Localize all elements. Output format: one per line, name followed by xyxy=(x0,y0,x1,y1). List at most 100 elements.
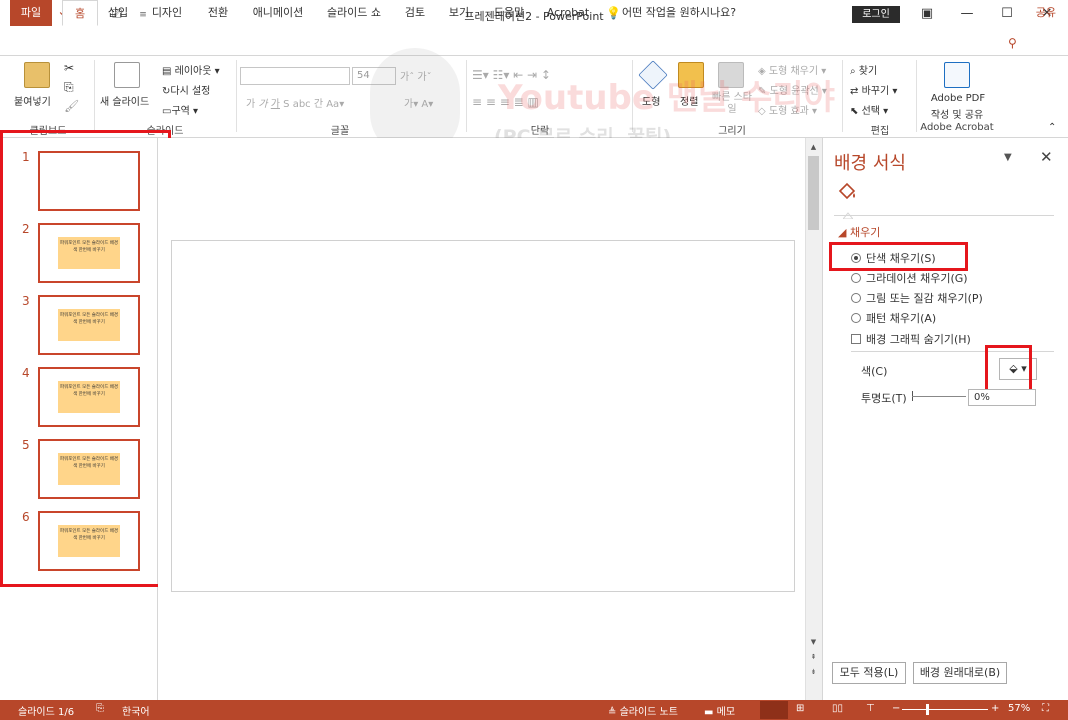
normal-view-icon[interactable] xyxy=(760,701,788,719)
comments-label: 메모 xyxy=(716,707,736,718)
radio-icon[interactable] xyxy=(851,313,861,323)
tab-slideshow[interactable]: 슬라이드 쇼 xyxy=(318,0,390,26)
transparency-input[interactable]: 0% xyxy=(968,389,1036,406)
layout-button[interactable]: ▤ 레이아웃 ▾ xyxy=(162,62,220,77)
status-bar xyxy=(0,700,1068,720)
ribbon-display-icon[interactable]: ▣ xyxy=(910,3,944,27)
tab-transitions[interactable]: 전환 xyxy=(198,0,238,26)
option-hide-graphics[interactable]: 배경 그래픽 숨기기(H) xyxy=(851,331,971,347)
person-icon: ⚲ xyxy=(1008,36,1017,50)
section-label: 구역 xyxy=(171,106,190,117)
cut-icon[interactable]: ✂ xyxy=(64,61,74,75)
slide-canvas[interactable] xyxy=(171,240,795,592)
slide-sorter-icon[interactable]: ⊞ xyxy=(796,703,804,714)
paste-icon[interactable] xyxy=(24,62,50,88)
zoom-in-icon[interactable]: + xyxy=(991,703,999,714)
tab-help[interactable]: 도움말 xyxy=(484,0,534,26)
font-name-combo[interactable] xyxy=(240,67,350,85)
ribbon-tabs xyxy=(0,30,1068,56)
pane-options-icon[interactable]: ▼ xyxy=(1004,152,1012,163)
option-label: 그라데이션 채우기(G) xyxy=(866,272,968,285)
pane-close-icon[interactable]: ✕ xyxy=(1040,148,1053,166)
minimize-icon[interactable]: — xyxy=(950,3,984,27)
tab-file[interactable]: 파일 xyxy=(10,0,52,26)
tab-home[interactable]: 홈 xyxy=(62,0,98,26)
slideshow-icon[interactable]: ⊤ xyxy=(866,703,875,714)
lightbulb-icon: 💡 xyxy=(606,6,621,20)
copy-icon[interactable]: ⎘ xyxy=(64,80,74,95)
find-label: 찾기 xyxy=(858,66,878,77)
radio-icon[interactable] xyxy=(851,273,861,283)
editing-group-label: 편집 xyxy=(870,126,890,137)
scroll-up-icon[interactable]: ▲ xyxy=(807,142,820,153)
tab-insert[interactable]: 삽입 xyxy=(100,0,136,26)
color-label: 색(C) xyxy=(861,365,888,378)
spellcheck-icon[interactable]: ⎘ xyxy=(96,703,104,714)
language-indicator[interactable]: 한국어 xyxy=(122,703,150,718)
section-button[interactable]: ▭구역 ▾ xyxy=(162,102,198,117)
tab-animations[interactable]: 애니메이션 xyxy=(244,0,312,26)
tab-acrobat[interactable]: Acrobat xyxy=(540,0,596,26)
notes-label: 슬라이드 노트 xyxy=(619,707,678,718)
collapse-ribbon-icon[interactable]: ⌃ xyxy=(1048,122,1056,133)
reset-background-button[interactable]: 배경 원래대로(B) xyxy=(913,662,1007,684)
font-group-label: 글꼴 xyxy=(330,126,350,137)
find-button[interactable]: ⌕ 찾기 xyxy=(850,62,877,77)
acrobat-group-label: Adobe Acrobat xyxy=(920,122,994,133)
tab-review[interactable]: 검토 xyxy=(396,0,434,26)
share-button[interactable]: 공유 xyxy=(1036,0,1056,26)
paste-button[interactable]: 붙여넣기 xyxy=(14,93,51,108)
group-divider xyxy=(916,60,917,132)
option-pattern-fill[interactable]: 패턴 채우기(A) xyxy=(851,310,936,326)
option-gradient-fill[interactable]: 그라데이션 채우기(G) xyxy=(851,270,968,286)
format-background-pane xyxy=(822,138,1068,700)
highlight-box-color xyxy=(985,345,1032,392)
highlight-box-solid-fill xyxy=(829,242,968,271)
notes-button[interactable]: ≜ 슬라이드 노트 xyxy=(608,703,678,718)
tab-view[interactable]: 보기 xyxy=(440,0,478,26)
select-button[interactable]: ⬉ 선택 ▾ xyxy=(850,102,888,117)
create-pdf-label-2[interactable]: 작성 및 공유 xyxy=(924,106,990,121)
scroll-thumb[interactable] xyxy=(808,156,819,230)
replace-label: 바꾸기 xyxy=(861,86,890,97)
zoom-slider-thumb[interactable] xyxy=(926,704,929,715)
pane-title: 배경 서식 xyxy=(834,153,906,174)
new-slide-button[interactable]: 새 슬라이드 xyxy=(100,93,149,108)
layout-label: 레이아웃 xyxy=(174,66,212,77)
zoom-slider[interactable] xyxy=(902,709,988,710)
prev-slide-icon[interactable]: ⇞ xyxy=(807,652,820,663)
transparency-slider[interactable] xyxy=(912,396,966,397)
apply-to-all-button[interactable]: 모두 적용(L) xyxy=(832,662,906,684)
font-format-icons[interactable]: 가 가 가 S abc 간 Aa▾ xyxy=(246,95,344,110)
create-pdf-icon[interactable] xyxy=(944,62,970,88)
scroll-down-icon[interactable]: ▼ xyxy=(807,637,820,648)
checkbox-icon[interactable] xyxy=(851,334,861,344)
zoom-level[interactable]: 57% xyxy=(1008,703,1030,714)
maximize-icon[interactable]: ☐ xyxy=(990,3,1024,27)
fit-to-window-icon[interactable]: ⛶ xyxy=(1042,703,1049,714)
comments-button[interactable]: ▬ 메모 xyxy=(704,703,735,718)
group-divider xyxy=(842,60,843,132)
fill-section-header[interactable]: ◢ 채우기 xyxy=(838,224,880,240)
format-painter-icon[interactable]: 🖌 xyxy=(64,99,79,113)
watermark-title: Youtube 맨날 수리야 xyxy=(498,78,835,118)
paint-bucket-icon[interactable] xyxy=(836,181,858,208)
option-label: 그림 또는 질감 채우기(P) xyxy=(866,292,983,305)
next-slide-icon[interactable]: ⇟ xyxy=(807,667,820,678)
tell-me-box[interactable]: 어떤 작업을 원하시나요? xyxy=(622,0,736,26)
reading-view-icon[interactable]: ▯▯ xyxy=(832,703,843,714)
reset-label: 다시 설정 xyxy=(170,86,211,97)
replace-button[interactable]: ⇄ 바꾸기 ▾ xyxy=(850,82,897,97)
reset-button[interactable]: ↻다시 설정 xyxy=(162,82,210,97)
option-picture-fill[interactable]: 그림 또는 질감 채우기(P) xyxy=(851,290,983,306)
new-slide-icon[interactable] xyxy=(114,62,140,88)
create-pdf-label-1[interactable]: Adobe PDF xyxy=(928,93,988,104)
slide-counter: 슬라이드 1/6 xyxy=(18,707,75,718)
radio-icon[interactable] xyxy=(851,293,861,303)
group-divider xyxy=(94,60,95,132)
zoom-out-icon[interactable]: − xyxy=(892,703,900,714)
drawing-group-label: 그리기 xyxy=(718,126,746,137)
login-button[interactable]: 로그인 xyxy=(852,6,900,23)
tab-design[interactable]: 디자인 xyxy=(142,0,192,26)
option-label: 패턴 채우기(A) xyxy=(866,312,937,325)
